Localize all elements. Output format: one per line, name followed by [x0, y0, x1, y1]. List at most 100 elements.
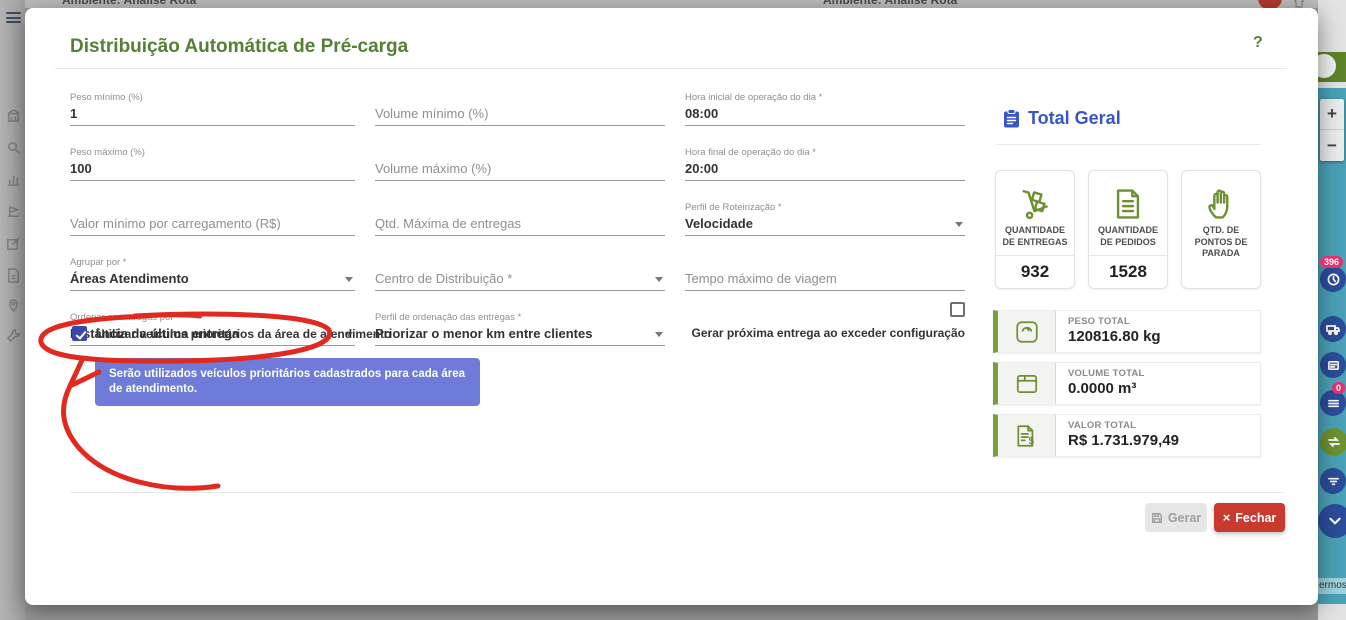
avatar[interactable] — [1258, 0, 1282, 8]
exceder-checkbox[interactable] — [950, 302, 965, 317]
field-placeholder[interactable]: Qtd. Máxima de entregas — [375, 215, 665, 236]
field-label: Perfil de Roteirização * — [685, 202, 965, 213]
map-edge: + − 396 0 ermos — [1318, 0, 1346, 620]
menu-icon[interactable] — [6, 12, 21, 23]
prioritarios-checkbox[interactable] — [72, 326, 87, 341]
collapsed-sidebar — [0, 0, 25, 620]
field-placeholder[interactable]: Volume mínimo (%) — [375, 105, 665, 126]
card-value: 932 — [996, 255, 1074, 288]
exceder-checkbox-row[interactable]: Gerar próxima entrega ao exceder configu… — [685, 302, 965, 346]
pontos-parada-card: QTD. DE PONTOS DE PARADA — [1181, 170, 1261, 289]
environment-label: Ambiente: Análise Rota — [62, 0, 196, 7]
hand-icon — [1182, 171, 1260, 223]
entregas-card: QUANTIDADE DE ENTREGAS 932 — [995, 170, 1075, 289]
card-label: QUANTIDADE DE ENTREGAS — [996, 223, 1074, 255]
perfil-roteirizacao-select[interactable]: Perfil de Roteirização * Velocidade — [685, 192, 965, 236]
field-label: Agrupar por * — [70, 257, 355, 268]
field-label: Peso máximo (%) — [70, 147, 355, 158]
dialog-title: Distribuição Automática de Pré-carga — [70, 36, 408, 58]
divider — [70, 492, 1283, 493]
total-value: 120816.80 kg — [1068, 328, 1161, 345]
divider — [997, 144, 1260, 145]
field-placeholder[interactable]: Tempo máximo de viagem — [685, 270, 965, 291]
map-filter-button[interactable] — [1320, 468, 1346, 494]
field-value[interactable]: 08:00 — [685, 105, 965, 126]
field-value[interactable]: Velocidade — [685, 215, 965, 236]
sidebar-document-icon[interactable] — [6, 268, 21, 283]
sidebar-search-icon[interactable] — [6, 140, 21, 155]
exceder-checkbox-label: Gerar próxima entrega ao exceder configu… — [692, 326, 965, 340]
pedidos-card: QUANTIDADE DE PEDIDOS 1528 — [1088, 170, 1168, 289]
map-card-button[interactable] — [1320, 352, 1346, 378]
zoom-out-button[interactable]: − — [1320, 130, 1344, 161]
centro-distribuicao-select[interactable]: Centro de Distribuição * — [375, 247, 665, 291]
agrupar-por-select[interactable]: Agrupar por * Áreas Atendimento — [70, 247, 355, 291]
field-value[interactable]: 20:00 — [685, 160, 965, 181]
volume-minimo-field[interactable]: Volume mínimo (%) — [375, 82, 665, 126]
field-placeholder[interactable]: Centro de Distribuição * — [375, 270, 665, 291]
field-label: Hora final de operação do dia * — [685, 147, 965, 158]
volume-maximo-field[interactable]: Volume máximo (%) — [375, 137, 665, 181]
chevron-down-icon — [655, 277, 663, 282]
sidebar-chart-icon[interactable] — [6, 172, 21, 187]
fechar-button[interactable]: × Fechar — [1214, 503, 1285, 532]
zero-badge: 0 — [1332, 382, 1345, 394]
perfil-ordenacao-select[interactable]: Perfil de ordenação das entregas * Prior… — [375, 302, 665, 346]
field-value[interactable]: 1 — [70, 105, 355, 126]
scale-icon — [998, 311, 1056, 352]
peso-total-row: PESO TOTAL 120816.80 kg — [993, 310, 1261, 353]
qtd-maxima-field[interactable]: Qtd. Máxima de entregas — [375, 192, 665, 236]
total-value: R$ 1.731.979,49 — [1068, 432, 1179, 449]
summary-totals: PESO TOTAL 120816.80 kg VOLUME TOTAL 0.0… — [993, 310, 1261, 457]
gerar-label: Gerar — [1168, 511, 1201, 525]
total-value: 0.0000 m³ — [1068, 380, 1144, 397]
total-geral-title: Total Geral — [1028, 108, 1121, 129]
hora-inicial-field[interactable]: Hora inicial de operação do dia * 08:00 — [685, 82, 965, 126]
top-app-bar: Ambiente: Análise Rota Ambiente: Análise… — [0, 0, 1346, 8]
save-icon — [1151, 512, 1163, 524]
peso-maximo-field[interactable]: Peso máximo (%) 100 — [70, 137, 355, 181]
sidebar-wrench-icon[interactable] — [6, 328, 21, 343]
precarga-form: Peso mínimo (%) 1 Volume mínimo (%) Hora… — [70, 82, 970, 346]
map-list-button[interactable] — [1320, 390, 1346, 416]
map-transfer-button[interactable] — [1320, 428, 1346, 456]
prioritarios-checkbox-row[interactable]: Utilizar veículos prioritários da área d… — [72, 326, 391, 341]
map-collapse-button[interactable] — [1318, 504, 1346, 538]
card-value: 1528 — [1089, 255, 1167, 288]
map-terms-link[interactable]: ermos — [1318, 578, 1346, 594]
map-zoom-control[interactable]: + − — [1320, 99, 1344, 161]
peso-minimo-field[interactable]: Peso mínimo (%) 1 — [70, 82, 355, 126]
notification-badge: 396 — [1320, 256, 1343, 268]
field-value[interactable]: Áreas Atendimento — [70, 270, 355, 291]
handtruck-icon — [996, 171, 1074, 223]
map-clock-button[interactable] — [1320, 266, 1346, 292]
field-placeholder[interactable]: Volume máximo (%) — [375, 160, 665, 181]
summary-cards: QUANTIDADE DE ENTREGAS 932 QUANTIDADE DE… — [995, 170, 1263, 289]
sidebar-building-icon[interactable] — [6, 108, 21, 123]
chevron-down-icon — [955, 222, 963, 227]
total-label: VALOR TOTAL — [1068, 420, 1179, 431]
sidebar-pin-icon[interactable] — [6, 298, 21, 313]
field-value[interactable]: 100 — [70, 160, 355, 181]
environment-label-2: Ambiente: Análise Rota — [823, 0, 957, 7]
field-placeholder[interactable]: Valor mínimo por carregamento (R$) — [70, 215, 355, 236]
home-icon[interactable] — [1293, 0, 1305, 8]
valor-total-row: $ VALOR TOTAL R$ 1.731.979,49 — [993, 414, 1261, 457]
tempo-maximo-field[interactable]: Tempo máximo de viagem — [685, 247, 965, 291]
sidebar-edit-icon[interactable] — [6, 236, 21, 251]
map-canvas[interactable]: + − 396 0 ermos — [1318, 88, 1346, 604]
field-label: Hora inicial de operação do dia * — [685, 92, 965, 103]
help-icon[interactable]: ? — [1253, 34, 1263, 52]
gerar-button[interactable]: Gerar — [1145, 503, 1207, 532]
map-truck-button[interactable] — [1320, 316, 1346, 342]
hora-final-field[interactable]: Hora final de operação do dia * 20:00 — [685, 137, 965, 181]
fechar-label: Fechar — [1235, 511, 1276, 525]
volume-total-row: VOLUME TOTAL 0.0000 m³ — [993, 362, 1261, 405]
field-value[interactable]: Priorizar o menor km entre clientes — [375, 325, 665, 346]
info-banner: Serão utilizados veículos prioritários c… — [95, 358, 480, 406]
total-label: PESO TOTAL — [1068, 316, 1161, 327]
valor-minimo-field[interactable]: Valor mínimo por carregamento (R$) — [70, 192, 355, 236]
card-label: QUANTIDADE DE PEDIDOS — [1089, 223, 1167, 255]
zoom-in-button[interactable]: + — [1320, 99, 1344, 130]
sidebar-route-icon[interactable] — [6, 204, 21, 219]
